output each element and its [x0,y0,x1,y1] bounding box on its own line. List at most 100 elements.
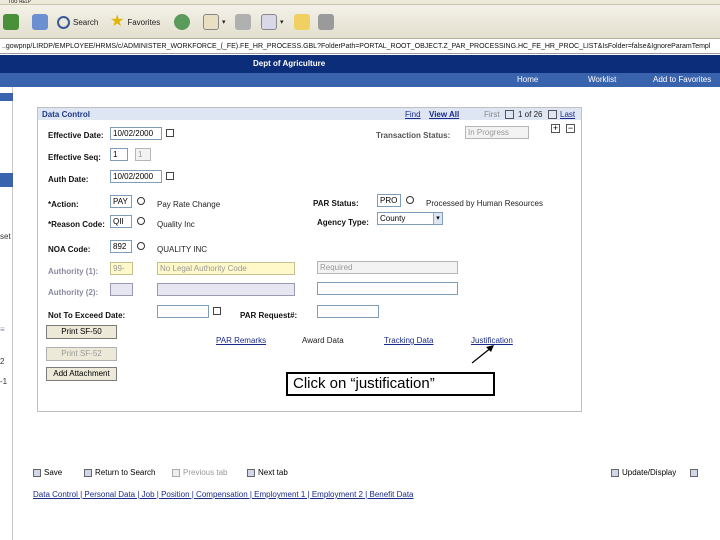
update-icon [611,468,619,477]
view-all-link[interactable]: View All [429,110,459,119]
worklist-link[interactable]: Worklist [588,75,616,84]
folder-icon [294,14,310,30]
favorites-button[interactable]: ★ Favorites [110,12,160,32]
print-sf52-button[interactable]: Print SF-52 [46,347,117,361]
back-arrow-icon [3,14,19,30]
par-request-field[interactable] [317,305,379,318]
button-icon [690,468,698,477]
previous-tab-button[interactable]: Previous tab [172,465,227,480]
instruction-callout: Click on “justification” [286,372,495,396]
noa-description: QUALITY INC [157,245,208,254]
add-attachment-button[interactable]: Add Attachment [46,367,117,381]
printer-icon [235,14,251,30]
dropdown-arrow-icon[interactable]: ▾ [433,213,442,224]
menu-fragment: -1 [0,377,8,386]
site-title: Dept of Agriculture [253,59,326,68]
par-status-field[interactable]: PRO [377,194,401,207]
home-button[interactable] [32,12,48,32]
star-icon: ★ [110,13,125,30]
effective-seq-label: Effective Seq: [48,153,101,162]
next-row-icon[interactable] [548,110,557,119]
add-to-favorites-link[interactable]: Add to Favorites [653,75,711,84]
find-link[interactable]: Find [405,110,421,119]
par-status-label: PAR Status: [313,199,359,208]
first-label: First [484,110,500,119]
delete-row-icon[interactable]: − [566,124,575,133]
reason-description: Quality Inc [157,220,195,229]
authority-2-description-field [157,283,295,296]
back-button[interactable] [3,12,19,32]
tracking-data-link[interactable]: Tracking Data [384,336,434,345]
print-button[interactable] [235,12,251,32]
last-link[interactable]: Last [560,110,575,119]
menu-fragment: 2 [0,357,5,366]
action-description: Pay Rate Change [157,200,221,209]
messenger-icon [318,14,334,30]
effective-date-field[interactable]: 10/02/2000 [110,127,162,140]
calendar-icon[interactable] [166,172,174,180]
menu-highlight [0,173,13,187]
page-tab-links[interactable]: Data Control | Personal Data | Job | Pos… [33,490,414,499]
transaction-status-select[interactable]: In Progress [465,126,529,139]
print-sf50-button[interactable]: Print SF-50 [46,325,117,339]
par-remarks-link[interactable]: PAR Remarks [216,336,266,345]
noa-code-label: NOA Code: [48,245,91,254]
save-icon [33,468,41,477]
agency-type-label: Agency Type: [317,218,369,227]
authority-1-code-field[interactable]: 99- [110,262,133,275]
lookup-icon[interactable] [137,197,145,205]
menu-fragment: set [0,232,11,241]
mail-button[interactable]: ▾ [203,12,226,32]
browser-toolbar: Search ★ Favorites ▾ ▾ [0,5,720,39]
not-to-exceed-field[interactable] [157,305,209,318]
calendar-icon[interactable] [213,307,221,315]
action-label: *Action: [48,200,79,209]
effective-seq-field[interactable]: 1 [110,148,128,161]
authority-1-required-field: Required [317,261,458,274]
noa-code-field[interactable]: 892 [110,240,132,253]
effective-date-label: Effective Date: [48,131,104,140]
next-tab-button[interactable]: Next tab [247,465,288,480]
callout-arrow [471,345,494,364]
history-icon [174,14,190,30]
address-bar[interactable]: ..gowpnp/LIRDP/EMPLOYEE/HRMS/c/ADMINISTE… [0,40,720,54]
return-to-search-button[interactable]: Return to Search [84,465,155,480]
site-header: Dept of Agriculture [0,55,720,73]
lookup-icon[interactable] [406,196,414,204]
history-button[interactable] [174,12,190,32]
dropdown-arrow-icon: ▾ [222,19,226,26]
action-field[interactable]: PAY [110,195,132,208]
lookup-icon[interactable] [137,242,145,250]
authority-2-extra-field[interactable] [317,282,458,295]
menu-collapse-icon[interactable] [0,93,13,101]
left-menu-strip: set ≡ 2 -1 [0,87,13,540]
previous-row-icon[interactable] [505,110,514,119]
panel-title: Data Control [42,110,90,119]
agency-type-value: County [380,214,406,223]
menu-fragment: ≡ [0,325,5,334]
edit-icon [261,14,277,30]
save-button[interactable]: Save [33,465,62,480]
search-button[interactable]: Search [57,12,98,32]
search-icon [57,15,70,29]
update-display-button[interactable]: Update/Display [611,465,676,480]
messenger-button[interactable] [318,12,334,32]
par-request-label: PAR Request#: [240,311,298,320]
authority-1-label: Authority (1): [48,267,99,276]
authority-2-label: Authority (2): [48,288,99,297]
reason-code-field[interactable]: QII [110,215,132,228]
home-link[interactable]: Home [517,75,538,84]
edit-button[interactable]: ▾ [261,12,284,32]
authority-2-code-field[interactable] [110,283,133,296]
lookup-icon[interactable] [137,217,145,225]
add-row-icon[interactable]: + [551,124,560,133]
calendar-icon[interactable] [166,129,174,137]
folder-button[interactable] [294,12,310,32]
dropdown-arrow-icon: ▾ [280,19,284,26]
not-to-exceed-label: Not To Exceed Date: [48,311,126,320]
auth-date-field[interactable]: 10/02/2000 [110,170,162,183]
award-data-text: Award Data [302,336,344,345]
previous-icon [172,468,180,477]
partial-button[interactable] [690,465,698,480]
transaction-status-label: Transaction Status: [376,131,451,140]
